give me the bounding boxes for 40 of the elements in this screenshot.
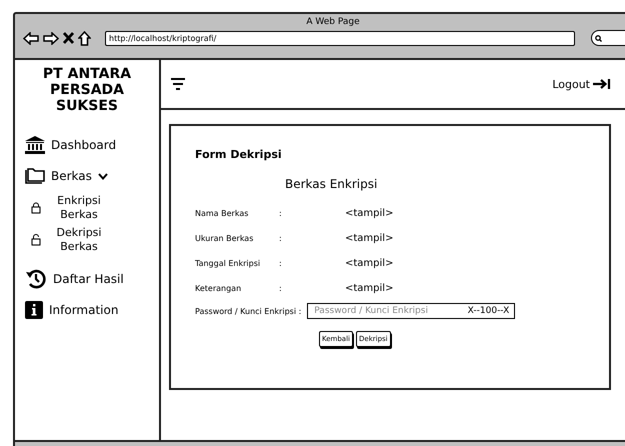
field-label: Tanggal Enkripsi xyxy=(195,259,262,268)
sidebar-item[interactable]: Daftar Hasil xyxy=(25,266,159,292)
field-value: <tampil> xyxy=(345,208,394,219)
form-subtitle: Berkas Enkripsi xyxy=(285,177,378,191)
colon: : xyxy=(279,209,283,218)
field-label: Keterangan xyxy=(195,284,242,293)
length-label: X--100--X xyxy=(468,306,510,316)
sidebar-subitem[interactable]: Dekripsi Berkas xyxy=(25,226,159,254)
bank-icon xyxy=(25,136,45,154)
unlock-icon xyxy=(31,234,41,246)
menu-icon[interactable] xyxy=(171,77,185,91)
form-title: Form Dekripsi xyxy=(195,148,283,161)
history-icon xyxy=(25,268,47,290)
company-name: PT ANTARA PERSADA SUKSES xyxy=(42,66,132,114)
field-label: Password / Kunci Enkripsi : xyxy=(195,306,302,316)
colon: : xyxy=(279,284,283,293)
home-icon[interactable] xyxy=(78,30,91,46)
logout-arrow-icon xyxy=(593,79,611,89)
colon: : xyxy=(279,234,283,243)
search-icon xyxy=(595,34,602,42)
sidebar-item[interactable]: Berkas xyxy=(25,163,159,189)
search-field[interactable] xyxy=(591,30,625,46)
sidebar-item[interactable]: Dashboard xyxy=(25,132,159,158)
lock-icon xyxy=(31,202,41,214)
logout-button[interactable]: Logout xyxy=(552,78,611,90)
colon: : xyxy=(279,259,283,268)
field-label: Ukuran Berkas xyxy=(195,234,254,243)
close-icon[interactable] xyxy=(63,32,74,44)
info-icon xyxy=(25,301,43,319)
field-value: <tampil> xyxy=(345,233,394,244)
sidebar-subitem[interactable]: Enkripsi Berkas xyxy=(25,194,159,222)
field-value: <tampil> xyxy=(345,283,394,294)
folder-icon xyxy=(25,168,45,184)
url-field[interactable]: http://localhost/kriptografi/ xyxy=(105,30,575,46)
back-icon[interactable] xyxy=(23,32,39,44)
field-label: Nama Berkas xyxy=(195,209,250,218)
window-title: A Web Page xyxy=(306,17,360,27)
forward-icon[interactable] xyxy=(43,32,59,44)
field-value: <tampil> xyxy=(345,258,394,269)
sidebar-item[interactable]: Information xyxy=(25,297,159,323)
